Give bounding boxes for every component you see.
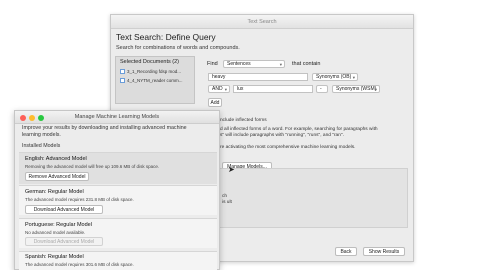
synonyms-value-2: Synonyms (WSM) — [336, 86, 377, 92]
synonyms-value-1: Synonyms (OB) — [316, 74, 352, 80]
download-advanced-model-button[interactable]: Download Advanced Model — [25, 205, 103, 214]
model-description: The advanced model requires 301.6 MB of … — [25, 262, 134, 267]
model-description: The advanced model requires 231.8 MB of … — [25, 197, 134, 202]
list-item[interactable]: 4_4_NYTM_reader comm... — [120, 78, 183, 84]
model-description: No advanced model available. — [25, 230, 86, 235]
selected-documents-title: Selected Documents (2) — [120, 59, 179, 65]
page-subtitle: Search for combinations of words and com… — [116, 45, 240, 51]
term-input-1[interactable]: heavy — [208, 73, 308, 81]
back-button[interactable]: Back — [335, 247, 357, 256]
term-input-2[interactable]: lux — [233, 85, 313, 93]
manage-models-titlebar: Manage Machine Learning Models — [15, 111, 219, 124]
chevron-down-icon: ▾ — [279, 62, 282, 67]
info-text: d all inflected forms of a word. For exa… — [220, 127, 378, 132]
manage-models-description: Improve your results by downloading and … — [22, 125, 187, 138]
results-preview-box — [198, 168, 408, 228]
zoom-window-button[interactable] — [38, 114, 44, 121]
remove-advanced-model-button[interactable]: Remove Advanced Model — [25, 172, 89, 181]
document-label: 3_1_Recording fdsp mod... — [127, 69, 182, 74]
option-value-2: - — [320, 86, 322, 92]
close-window-button[interactable] — [20, 114, 26, 121]
find-label: Find — [207, 61, 218, 67]
installed-models-label: Installed Models — [22, 143, 61, 149]
info-text: s" will include paragraphs with "running… — [220, 133, 344, 138]
find-scope-select[interactable]: Sentences ▾ — [223, 60, 285, 68]
minimize-window-button[interactable] — [29, 114, 35, 121]
mouse-cursor-icon: ➤ — [228, 165, 235, 174]
model-name: German: Regular Model — [25, 189, 84, 195]
operator-select[interactable]: AND ▾ — [208, 85, 230, 93]
synonyms-select-2[interactable]: Synonyms (WSM) ▾ — [332, 85, 380, 93]
show-results-button[interactable]: Show Results — [363, 247, 405, 256]
synonyms-select-1[interactable]: Synonyms (OB) ▾ — [312, 73, 358, 81]
preview-text: is ult — [222, 200, 232, 205]
checkbox[interactable] — [120, 69, 125, 75]
info-text: re activating the most comprehensive mac… — [220, 145, 356, 150]
page-title: Text Search: Define Query — [116, 32, 216, 42]
model-name: Spanish: Regular Model — [25, 254, 84, 260]
checkbox[interactable] — [120, 78, 125, 84]
find-scope-value: Sentences — [227, 61, 251, 67]
list-item[interactable]: 3_1_Recording fdsp mod... — [120, 69, 182, 75]
chevron-down-icon: ▾ — [224, 87, 227, 92]
model-description: Removing the advanced model will free up… — [25, 164, 160, 169]
chevron-down-icon: ▾ — [352, 75, 355, 80]
chevron-down-icon: ▾ — [374, 87, 377, 92]
that-contain-label: that contain — [292, 61, 321, 67]
download-advanced-model-button-disabled: Download Advanced Model — [25, 237, 103, 246]
operator-value: AND — [212, 86, 223, 92]
add-button[interactable]: Add — [208, 98, 222, 107]
model-name: Portuguese: Regular Model — [25, 222, 92, 228]
inflected-forms-label: nclude inflected forms — [220, 118, 267, 123]
option-select-2[interactable]: - — [316, 85, 328, 93]
model-name: English: Advanced Model — [25, 156, 87, 162]
document-label: 4_4_NYTM_reader comm... — [127, 78, 183, 83]
text-search-titlebar: Text Search — [111, 15, 413, 29]
preview-text: ch — [222, 194, 228, 199]
